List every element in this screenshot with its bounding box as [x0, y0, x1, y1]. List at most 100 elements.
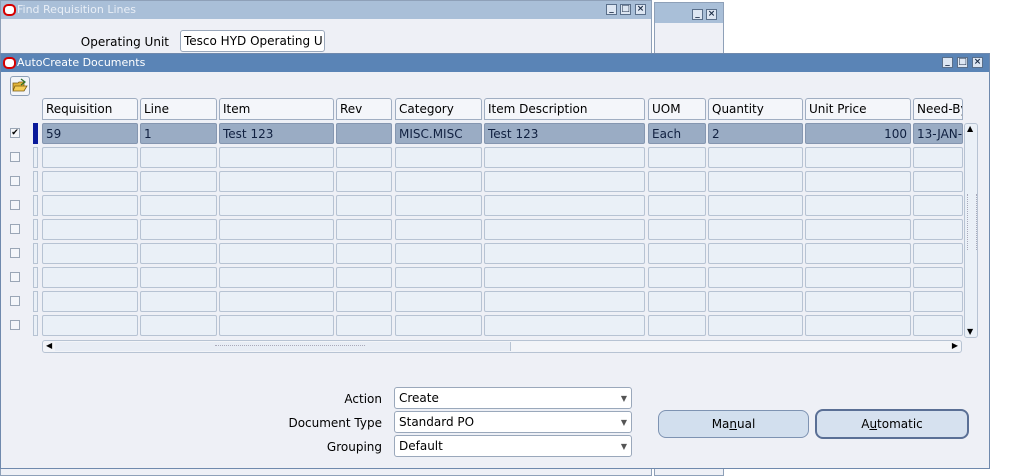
maximize-icon[interactable]: □ — [957, 57, 968, 68]
minimize-icon[interactable]: _ — [942, 57, 953, 68]
cell-category[interactable] — [395, 195, 482, 216]
cell-need-by[interactable] — [913, 243, 963, 264]
chevron-down-icon[interactable]: ▼ — [621, 394, 627, 403]
cell-uom[interactable]: Each — [648, 123, 706, 144]
cell-quantity[interactable] — [708, 219, 803, 240]
cell-item-description[interactable] — [484, 219, 645, 240]
cell-category[interactable] — [395, 291, 482, 312]
close-icon[interactable]: × — [706, 9, 717, 20]
cell-uom[interactable] — [648, 315, 706, 336]
cell-item[interactable] — [219, 315, 334, 336]
column-header-rev[interactable]: Rev — [336, 98, 392, 120]
row-indicator[interactable] — [33, 171, 38, 192]
row-select-checkbox[interactable] — [10, 200, 20, 210]
cell-category[interactable] — [395, 147, 482, 168]
column-header-requisition[interactable]: Requisition — [42, 98, 138, 120]
row-select-checkbox[interactable] — [10, 296, 20, 306]
close-icon[interactable]: × — [635, 4, 646, 15]
cell-item-description[interactable]: Test 123 — [484, 123, 645, 144]
cell-item-description[interactable] — [484, 315, 645, 336]
cell-requisition[interactable] — [42, 315, 138, 336]
cell-rev[interactable] — [336, 195, 392, 216]
row-indicator[interactable] — [33, 291, 38, 312]
cell-uom[interactable] — [648, 291, 706, 312]
cell-item[interactable] — [219, 291, 334, 312]
cell-rev[interactable] — [336, 147, 392, 168]
cell-need-by[interactable] — [913, 315, 963, 336]
cell-quantity[interactable] — [708, 315, 803, 336]
cell-category[interactable] — [395, 267, 482, 288]
column-header-item-description[interactable]: Item Description — [484, 98, 645, 120]
row-select-checkbox[interactable] — [10, 224, 20, 234]
minimize-icon[interactable]: _ — [692, 9, 703, 20]
cell-category[interactable] — [395, 219, 482, 240]
cell-item[interactable] — [219, 219, 334, 240]
cell-line[interactable] — [140, 291, 217, 312]
cell-quantity[interactable] — [708, 291, 803, 312]
cell-unit-price[interactable] — [805, 219, 911, 240]
maximize-icon[interactable]: □ — [620, 4, 631, 15]
row-indicator[interactable] — [33, 123, 38, 144]
cell-unit-price[interactable] — [805, 171, 911, 192]
row-select-checkbox[interactable] — [10, 176, 20, 186]
cell-requisition[interactable] — [42, 291, 138, 312]
cell-rev[interactable] — [336, 243, 392, 264]
cell-unit-price[interactable]: 100 — [805, 123, 911, 144]
scroll-down-icon[interactable]: ▼ — [967, 327, 973, 336]
action-select[interactable]: Create ▼ — [394, 387, 632, 409]
row-select-checkbox[interactable] — [10, 320, 20, 330]
cell-item-description[interactable] — [484, 171, 645, 192]
column-header-category[interactable]: Category — [395, 98, 482, 120]
cell-requisition[interactable] — [42, 219, 138, 240]
cell-category[interactable] — [395, 243, 482, 264]
cell-unit-price[interactable] — [805, 267, 911, 288]
cell-unit-price[interactable] — [805, 315, 911, 336]
manual-button[interactable]: Manual — [658, 410, 809, 438]
scroll-thumb[interactable] — [55, 342, 511, 351]
chevron-down-icon[interactable]: ▼ — [621, 418, 627, 427]
cell-unit-price[interactable] — [805, 291, 911, 312]
cell-line[interactable]: 1 — [140, 123, 217, 144]
cell-category[interactable] — [395, 171, 482, 192]
cell-item[interactable] — [219, 147, 334, 168]
cell-item[interactable] — [219, 195, 334, 216]
cell-quantity[interactable]: 2 — [708, 123, 803, 144]
operating-unit-field[interactable]: Tesco HYD Operating U — [180, 30, 325, 52]
cell-item-description[interactable] — [484, 195, 645, 216]
cell-unit-price[interactable] — [805, 195, 911, 216]
row-indicator[interactable] — [33, 147, 38, 168]
cell-uom[interactable] — [648, 243, 706, 264]
row-select-checkbox[interactable] — [10, 272, 20, 282]
cell-line[interactable] — [140, 219, 217, 240]
document-type-select[interactable]: Standard PO ▼ — [394, 411, 632, 433]
column-header-line[interactable]: Line — [140, 98, 217, 120]
cell-requisition[interactable]: 59 — [42, 123, 138, 144]
cell-uom[interactable] — [648, 147, 706, 168]
cell-need-by[interactable] — [913, 147, 963, 168]
cell-unit-price[interactable] — [805, 147, 911, 168]
cell-rev[interactable] — [336, 267, 392, 288]
column-header-quantity[interactable]: Quantity — [708, 98, 803, 120]
cell-item-description[interactable] — [484, 291, 645, 312]
automatic-button[interactable]: Automatic — [815, 409, 969, 439]
minimize-icon[interactable]: _ — [606, 4, 617, 15]
scroll-thumb[interactable] — [967, 194, 977, 250]
column-header-uom[interactable]: UOM — [648, 98, 706, 120]
cell-uom[interactable] — [648, 267, 706, 288]
cell-item-description[interactable] — [484, 147, 645, 168]
horizontal-scrollbar[interactable]: ◀ ▶ — [42, 340, 962, 353]
row-select-checkbox[interactable] — [10, 152, 20, 162]
cell-need-by[interactable] — [913, 267, 963, 288]
cell-quantity[interactable] — [708, 267, 803, 288]
cell-line[interactable] — [140, 243, 217, 264]
cell-requisition[interactable] — [42, 171, 138, 192]
cell-unit-price[interactable] — [805, 243, 911, 264]
cell-rev[interactable] — [336, 123, 392, 144]
cell-item[interactable] — [219, 243, 334, 264]
cell-line[interactable] — [140, 315, 217, 336]
scroll-left-icon[interactable]: ◀ — [46, 341, 52, 350]
cell-rev[interactable] — [336, 219, 392, 240]
cell-line[interactable] — [140, 171, 217, 192]
cell-item[interactable]: Test 123 — [219, 123, 334, 144]
cell-need-by[interactable] — [913, 171, 963, 192]
